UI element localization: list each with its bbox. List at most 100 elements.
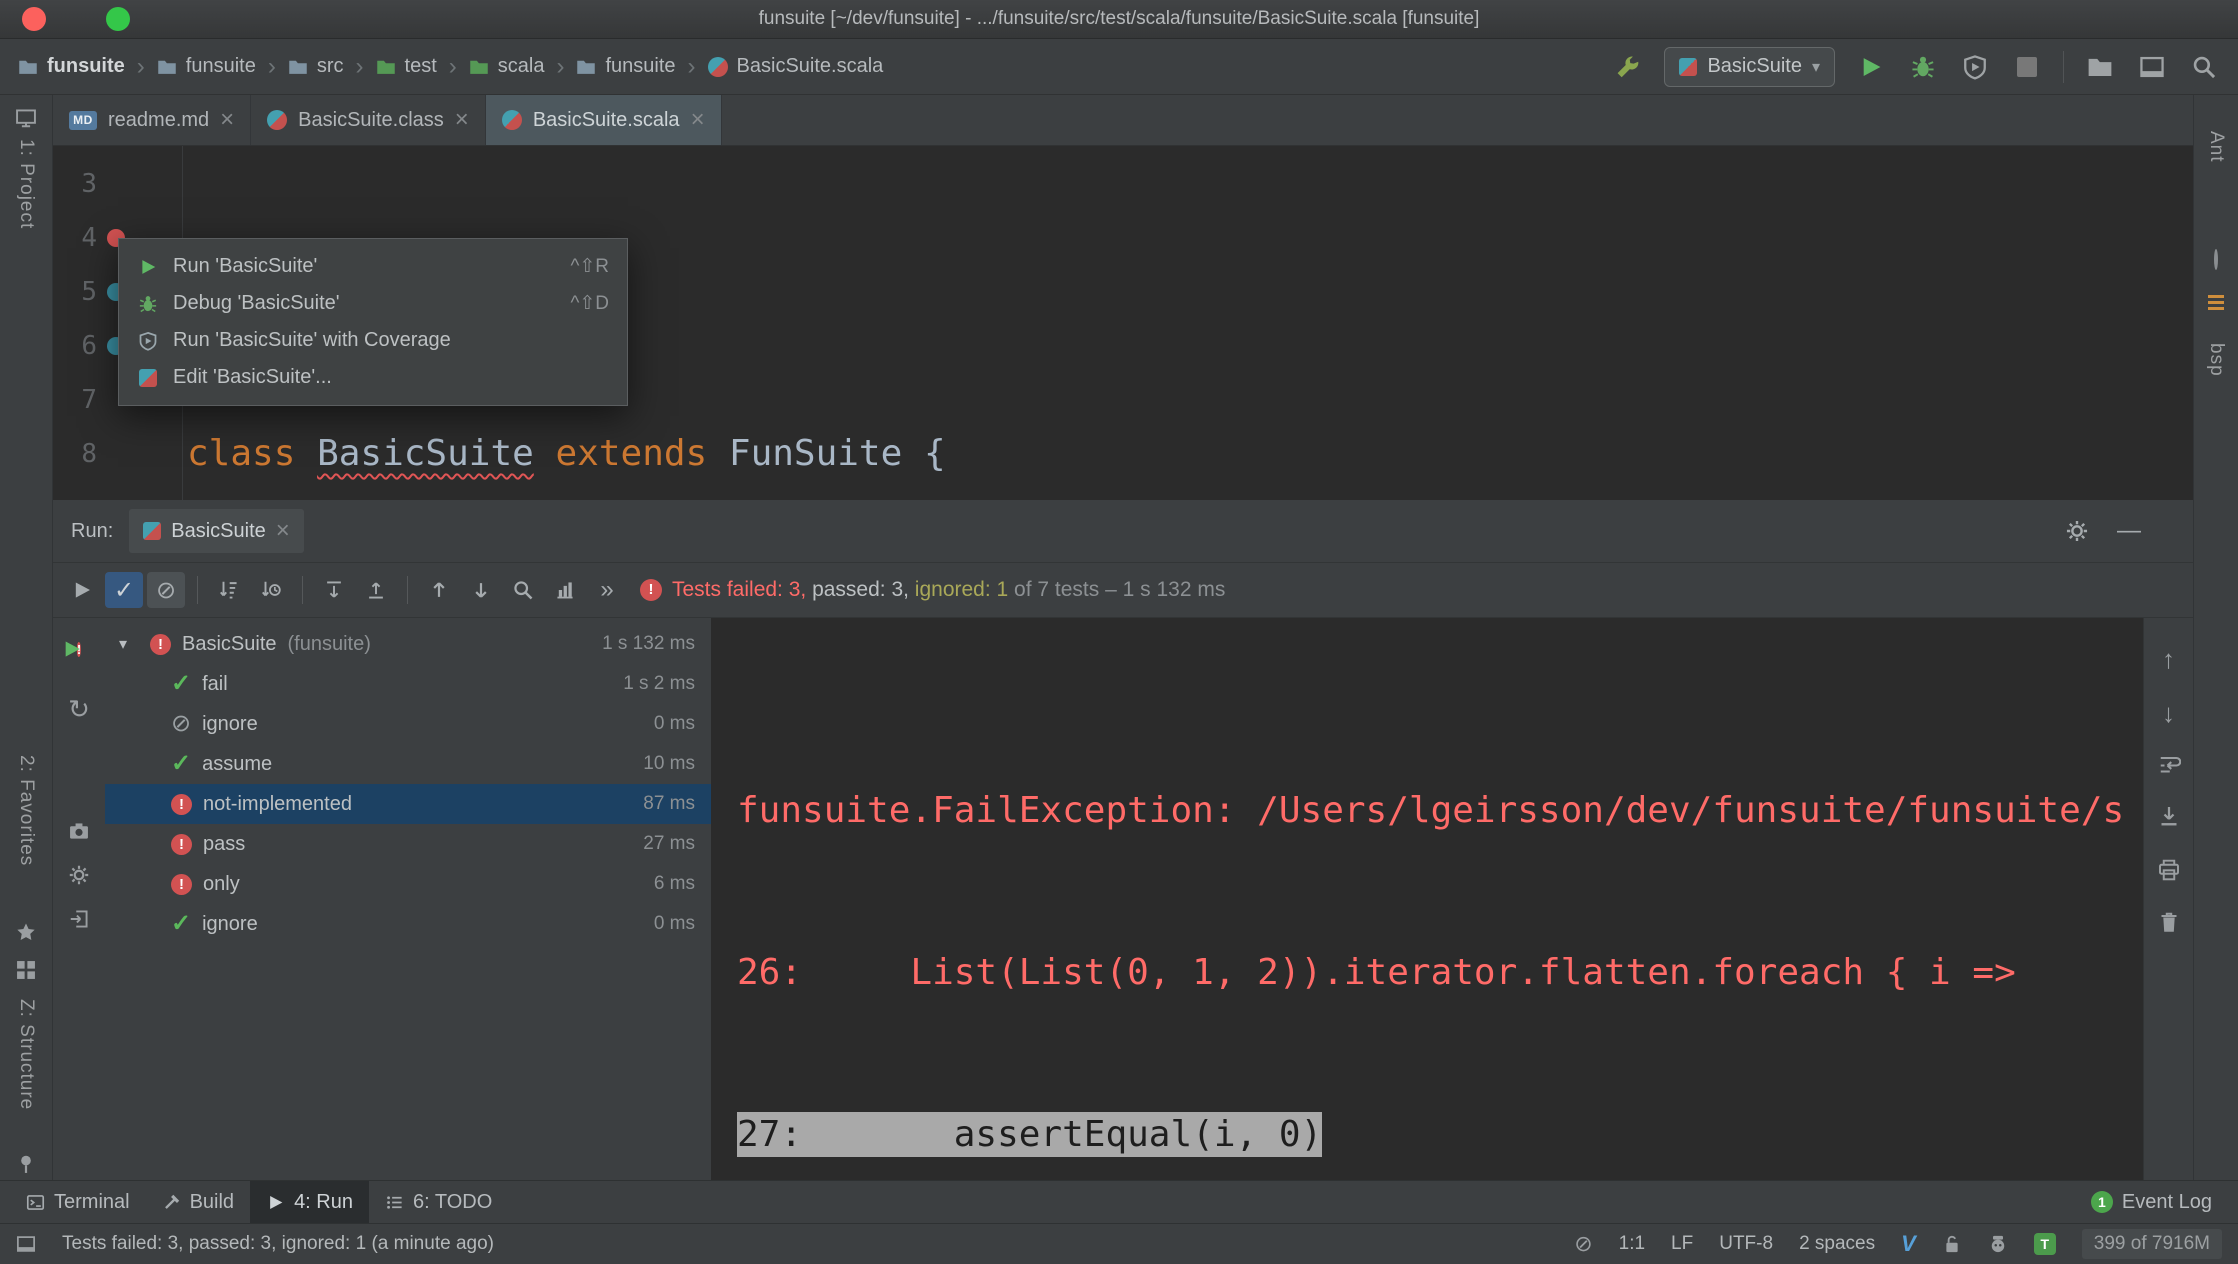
menu-item-run-coverage[interactable]: Run 'BasicSuite' with Coverage [119,322,627,359]
run-tab-basicsuite[interactable]: BasicSuite × [129,509,304,553]
close-icon[interactable]: × [220,108,234,132]
settings-icon[interactable] [68,864,90,886]
pin-icon[interactable] [15,1153,37,1175]
line-number: 3 [53,157,97,211]
import-test-results-button[interactable] [546,572,584,608]
background-tasks-icon[interactable]: ⊘ [1574,1231,1592,1257]
breadcrumb-item-file[interactable]: BasicSuite.scala [708,55,884,78]
test-tree-row-selected[interactable]: ! not-implemented 87 ms [105,784,711,824]
test-tree-row-suite[interactable]: ▾ ! BasicSuite (funsuite) 1 s 132 ms [105,624,711,664]
file-encoding[interactable]: UTF-8 [1719,1233,1773,1255]
next-failed-test-button[interactable] [462,572,500,608]
tab-basicsuite-class[interactable]: BasicSuite.class × [251,95,486,145]
run-button[interactable] [1855,51,1887,83]
breadcrumb-item-project[interactable]: funsuite [18,55,125,78]
clear-all-icon[interactable] [2157,910,2181,934]
tool-window-switcher-icon[interactable] [16,1234,36,1254]
sort-by-duration-button[interactable] [252,572,290,608]
memory-indicator[interactable]: 399 of 7916M [2082,1229,2222,1259]
stop-button[interactable] [2011,51,2043,83]
rerun-failed-tests-icon[interactable]: ! [77,640,81,659]
menu-item-debug[interactable]: Debug 'BasicSuite' ^⇧D [119,285,627,322]
line-separator[interactable]: LF [1671,1233,1693,1255]
lock-icon[interactable] [1942,1234,1962,1254]
restore-layout-icon[interactable] [68,908,90,930]
ide-window: { "icons": { "close": "×", "chevron": "›… [0,0,2238,1260]
previous-failed-test-button[interactable] [420,572,458,608]
zoom-button[interactable] [106,7,130,31]
close-button[interactable] [22,7,46,31]
structure-tool-button[interactable]: Z: Structure [15,999,37,1110]
toggle-auto-test-icon[interactable]: ↻ [68,694,90,725]
tab-basicsuite-scala[interactable]: BasicSuite.scala × [486,95,722,145]
grid-icon[interactable] [15,959,37,981]
bsp-tool-button[interactable]: bsp [2205,343,2227,377]
test-tree-row[interactable]: ! pass 27 ms [105,824,711,864]
teamcity-icon[interactable]: T [2034,1233,2056,1255]
next-occurrence-icon[interactable]: ↓ [2162,698,2175,729]
minimize-button[interactable] [64,7,88,31]
run-tool-button[interactable]: 4: Run [250,1181,369,1223]
show-passed-toggle[interactable]: ✓ [105,572,143,608]
breadcrumb-item-package[interactable]: funsuite [576,55,675,78]
search-everywhere-button[interactable] [2188,51,2220,83]
test-history-button[interactable] [504,572,542,608]
rerun-button[interactable] [63,572,101,608]
chevron-icon: › [266,53,278,81]
terminal-button[interactable]: Terminal [10,1181,146,1223]
close-icon[interactable]: × [455,108,469,132]
prev-occurrence-icon[interactable]: ↑ [2162,644,2175,675]
sort-alphabetically-button[interactable] [210,572,248,608]
chevron-icon: › [554,53,566,81]
close-icon[interactable]: × [276,519,290,543]
menu-item-run[interactable]: Run 'BasicSuite' ^⇧R [119,248,627,285]
project-tool-button[interactable]: 1: Project [15,139,37,229]
tab-readme-md[interactable]: MD readme.md × [53,95,251,145]
menu-item-edit-config[interactable]: Edit 'BasicSuite'... [119,359,627,396]
event-count-badge: 1 [2091,1191,2113,1213]
code-editor[interactable]: 3 4 5 6 7 8 // @Ignore class BasicSuite … [53,146,2193,500]
scroll-to-end-icon[interactable] [2157,804,2181,828]
test-console-output[interactable]: funsuite.FailException: /Users/lgeirsson… [711,618,2143,1180]
vim-icon[interactable]: V [1901,1231,1916,1257]
test-tree-row[interactable]: ! only 6 ms [105,864,711,904]
expand-all-button[interactable] [315,572,353,608]
soft-wrap-icon[interactable] [2157,752,2181,776]
run-configuration-select[interactable]: BasicSuite ▾ [1664,47,1835,87]
debug-button[interactable] [1907,51,1939,83]
coverage-button[interactable] [1959,51,1991,83]
tool-windows-button[interactable] [2136,51,2168,83]
camera-icon[interactable] [68,820,90,842]
settings-gear-icon[interactable] [2065,519,2089,543]
caret-position[interactable]: 1:1 [1619,1233,1645,1255]
star-icon[interactable] [15,921,37,943]
breadcrumb-item-scala[interactable]: scala [469,55,545,78]
collapse-all-button[interactable] [357,572,395,608]
test-tree-row[interactable]: ⊘ ignore 0 ms [105,704,711,744]
build-tasks-icon[interactable] [2208,295,2224,310]
project-tool-icon[interactable] [15,107,37,129]
test-tree-row[interactable]: ✓ assume 10 ms [105,744,711,784]
breadcrumb-item-src[interactable]: src [288,55,344,78]
event-log-button[interactable]: 1Event Log [2075,1181,2228,1223]
show-ignored-toggle[interactable]: ⊘ [147,572,185,608]
breadcrumb-item-module[interactable]: funsuite [157,55,256,78]
favorites-tool-button[interactable]: 2: Favorites [15,755,37,866]
more-actions-button[interactable]: » [588,572,626,608]
test-tree-row[interactable]: ✓ ignore 0 ms [105,904,711,944]
test-duration: 6 ms [654,873,711,895]
close-icon[interactable]: × [691,108,705,132]
sbt-icon[interactable] [2214,251,2218,269]
hide-panel-icon[interactable]: — [2117,517,2141,545]
project-view-button[interactable] [2084,51,2116,83]
setup-sdk-button[interactable] [1612,51,1644,83]
breadcrumb-item-test[interactable]: test [376,55,437,78]
expand-arrow-icon[interactable]: ▾ [119,634,139,654]
indent-setting[interactable]: 2 spaces [1799,1233,1875,1255]
ant-tool-button[interactable]: Ant [2205,131,2227,163]
todo-button[interactable]: 6: TODO [369,1181,508,1223]
inspections-profile-icon[interactable] [1988,1234,2008,1254]
print-icon[interactable] [2157,858,2181,882]
test-tree-row[interactable]: ✓ fail 1 s 2 ms [105,664,711,704]
build-button[interactable]: Build [146,1181,250,1223]
